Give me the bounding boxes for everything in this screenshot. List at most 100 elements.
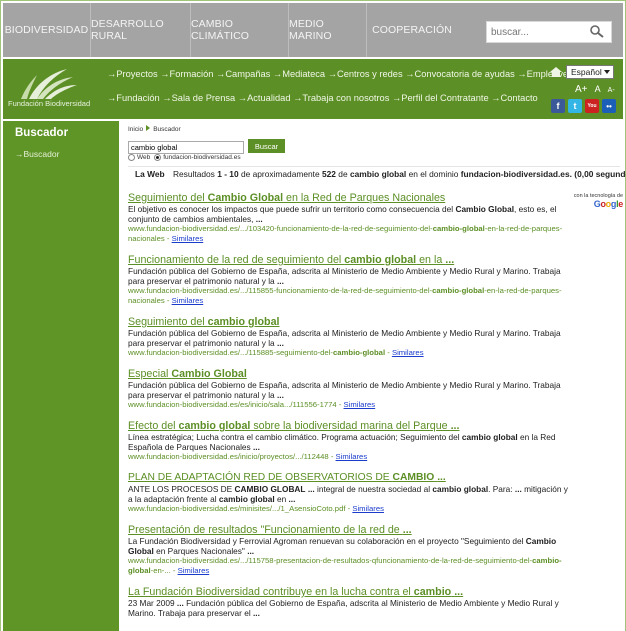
result-snippet: El objetivo es conocer los impactos que … [128,204,557,224]
sidebar-item-buscador[interactable]: →Buscador [15,149,59,159]
link-convocatoria-de-ayudas[interactable]: Convocatoria de ayudas [415,69,515,79]
radio-web-label: Web [137,154,151,161]
result-snippet: Línea estratégica; Lucha contra el cambi… [128,432,556,452]
result-title-link[interactable]: Presentación de resultados "Funcionamien… [128,524,568,536]
google-attribution: con la tecnología de Google [565,193,624,209]
result-title-link[interactable]: Especial Cambio Global [128,368,568,380]
results-count: 522 [321,169,336,179]
result-title-link[interactable]: La Fundación Biodiversidad contribuye en… [128,586,568,598]
logo-text: Fundación Biodiversidad [8,99,91,108]
twitter-icon[interactable]: t [568,99,582,113]
results-domain: fundacion-biodiversidad.es [460,169,570,179]
result-title-link[interactable]: PLAN DE ADAPTACIÓN RED DE OBSERVATORIOS … [128,472,568,484]
google-logo-icon: Google [593,199,624,209]
search-icon[interactable] [589,24,605,40]
result-title-link[interactable]: Seguimiento del Cambio Global en la Red … [128,192,568,204]
header-links-primary: →Proyectos →Formación →Campañas →Mediate… [107,69,581,79]
breadcrumb: Inicio Buscador [128,125,181,133]
top-navigation: BIODIVERSIDAD DESARROLLO RURAL CAMBIO CL… [3,3,623,57]
nav-cooperacion[interactable]: COOPERACIÓN [367,3,457,57]
search-button[interactable]: Buscar [248,139,285,153]
link-proyectos[interactable]: Proyectos [116,69,157,79]
flickr-icon[interactable]: •• [602,99,616,113]
main-content: Inicio Buscador Buscar Web fundacion-biod… [125,121,626,631]
result-url: www.fundacion-biodiversidad.es/.../11575… [128,556,562,575]
link-campanas[interactable]: Campañas [225,69,270,79]
site-search-box [486,21,612,43]
result-url: www.fundacion-biodiversidad.es/es/inicio… [128,400,376,409]
nav-biodiversidad[interactable]: BIODIVERSIDAD [3,3,91,57]
font-size-normal[interactable]: A [595,84,601,94]
results-text: de aproximadamente [240,169,320,179]
similares-link[interactable]: Similares [336,452,368,461]
nav-cambio-climatico[interactable]: CAMBIO CLIMÁTICO [191,3,289,57]
language-value: Español [571,67,602,77]
result-snippet: Fundación pública del Gobierno de España… [128,328,561,348]
result-url: www.fundacion-biodiversidad.es/inicio/pr… [128,452,368,461]
results-range: 1 - 10 [217,169,239,179]
search-result: Seguimiento del Cambio Global en la Red … [128,192,568,244]
link-actualidad[interactable]: Actualidad [247,93,290,103]
result-snippet: 23 Mar 2009 ... Fundación pública del Go… [128,598,559,618]
result-url: www.fundacion-biodiversidad.es/.../10342… [128,224,563,243]
breadcrumb-current: Buscador [153,126,181,133]
similares-link[interactable]: Similares [344,400,376,409]
link-perfil-del-contratante[interactable]: Perfil del Contratante [401,93,488,103]
sidebar: Buscador →Buscador [3,121,119,631]
result-title-link[interactable]: Funcionamiento de la red de seguimiento … [128,254,568,266]
radio-web[interactable] [128,154,135,161]
link-mediateca[interactable]: Mediateca [282,69,325,79]
search-result: Efecto del cambio global sobre la biodiv… [128,420,568,462]
search-scope: Web fundacion-biodiversidad.es [128,154,241,161]
home-icon[interactable] [549,66,563,78]
youtube-icon[interactable]: You [585,99,599,113]
similares-link[interactable]: Similares [352,504,384,513]
nav-desarrollo-rural[interactable]: DESARROLLO RURAL [91,3,191,57]
site-header: Fundación Biodiversidad →Proyectos →Form… [3,59,623,119]
search-result: Funcionamiento de la red de seguimiento … [128,254,568,306]
font-size-decrease[interactable]: A- [608,87,615,94]
font-size-increase[interactable]: A+ [575,84,588,95]
link-formacion[interactable]: Formación [170,69,214,79]
search-result: PLAN DE ADAPTACIÓN RED DE OBSERVATORIOS … [128,472,568,514]
facebook-icon[interactable]: f [551,99,565,113]
result-snippet: ANTE LOS PROCESOS DE CAMBIO GLOBAL ... i… [128,484,568,504]
breadcrumb-home[interactable]: Inicio [128,126,143,133]
link-sala-de-prensa[interactable]: Sala de Prensa [172,93,236,103]
results-time: (0,00 segundos) [574,169,626,179]
results-scope-label: La Web [135,169,165,179]
social-links: f t You •• [551,99,616,113]
result-snippet: La Fundación Biodiversidad y Ferrovial A… [128,536,557,556]
result-snippet: Fundación pública del Gobierno de España… [128,380,561,400]
similares-link[interactable]: Similares [172,296,204,305]
results-text: Resultados [172,169,215,179]
similares-link[interactable]: Similares [392,348,424,357]
link-contacto[interactable]: Contacto [501,93,538,103]
language-select[interactable]: Español [566,65,614,79]
result-url: www.fundacion-biodiversidad.es/.../11585… [128,286,562,305]
header-links-secondary: →Fundación →Sala de Prensa →Actualidad →… [107,93,538,103]
breadcrumb-arrow-icon [146,125,151,131]
search-result: La Fundación Biodiversidad contribuye en… [128,586,568,618]
link-trabaja-con-nosotros[interactable]: Trabaja con nosotros [302,93,389,103]
nav-medio-marino[interactable]: MEDIO MARINO [289,3,367,57]
results-query: cambio global [349,169,407,179]
link-fundacion[interactable]: Fundación [116,93,159,103]
sidebar-title: Buscador [15,127,69,139]
site-search-input[interactable] [491,25,587,40]
result-title-link[interactable]: Seguimiento del cambio global [128,316,568,328]
radio-site[interactable] [154,154,162,161]
query-input[interactable] [128,141,244,154]
result-url: www.fundacion-biodiversidad.es/.../11588… [128,348,424,357]
results-text: de [338,169,348,179]
result-url: www.fundacion-biodiversidad.es/minisites… [128,504,384,513]
search-result: Presentación de resultados "Funcionamien… [128,524,568,576]
results-text: en el dominio [408,169,459,179]
similares-link[interactable]: Similares [172,234,204,243]
search-result: Especial Cambio Global Fundación pública … [128,368,568,410]
result-title-link[interactable]: Efecto del cambio global sobre la biodiv… [128,420,568,432]
results-summary: La Web Resultados 1 - 10 de aproximadame… [128,166,626,182]
link-centros-y-redes[interactable]: Centros y redes [337,69,403,79]
chevron-down-icon [604,70,610,74]
similares-link[interactable]: Similares [178,566,210,575]
